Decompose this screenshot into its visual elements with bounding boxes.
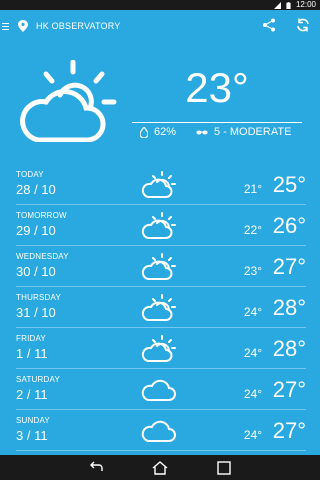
navigation-bar xyxy=(0,455,320,480)
forecast-high: 27° xyxy=(272,254,306,279)
forecast-row[interactable]: TODAY 28 / 10 21° 25° xyxy=(16,164,306,205)
forecast-row[interactable]: SUNDAY 3 / 11 24° 27° xyxy=(16,410,306,451)
forecast-date: 29 / 10 xyxy=(16,223,56,238)
cloud-icon xyxy=(141,379,176,401)
sun-cloud-icon xyxy=(141,294,176,321)
humidity-value: 62% xyxy=(154,126,177,138)
sunglasses-icon xyxy=(196,130,208,134)
forecast-day: SUNDAY xyxy=(16,416,50,425)
forecast-high: 27° xyxy=(272,377,306,402)
forecast-row[interactable]: THURSDAY 31 / 10 24° 28° xyxy=(16,287,306,328)
forecast-low: 23° xyxy=(243,264,262,278)
forecast-date: 2 / 11 xyxy=(16,387,48,402)
forecast-list: TODAY 28 / 10 21° 25° TOMORROW 29 / 10 2… xyxy=(16,164,306,451)
humidity-info: 62% xyxy=(140,126,176,138)
forecast-low: 22° xyxy=(243,223,262,237)
signal-icon xyxy=(273,1,281,9)
forecast-high: 27° xyxy=(272,418,306,443)
sun-cloud-icon xyxy=(141,335,176,362)
cloud-icon xyxy=(141,420,176,442)
forecast-day: TODAY xyxy=(16,170,44,179)
forecast-low: 21° xyxy=(243,182,262,196)
uv-value: 5 - MODERATE xyxy=(214,126,292,138)
current-weather: 23° 62% 5 - MODERATE xyxy=(0,42,320,154)
forecast-low: 24° xyxy=(243,346,262,360)
app-bar: HK OBSERVATORY xyxy=(0,10,320,42)
home-icon[interactable] xyxy=(152,460,168,475)
forecast-high: 25° xyxy=(272,172,306,197)
forecast-row[interactable]: WEDNESDAY 30 / 10 23° 27° xyxy=(16,246,306,287)
divider xyxy=(132,122,302,123)
forecast-day: FRIDAY xyxy=(16,334,46,343)
forecast-row[interactable]: SATURDAY 2 / 11 24° 27° xyxy=(16,369,306,410)
uv-info: 5 - MODERATE xyxy=(196,126,291,138)
forecast-low: 24° xyxy=(243,387,262,401)
battery-icon xyxy=(286,1,291,9)
forecast-date: 31 / 10 xyxy=(16,305,56,320)
forecast-row[interactable]: FRIDAY 1 / 11 24° 28° xyxy=(16,328,306,369)
location-title[interactable]: HK OBSERVATORY xyxy=(36,21,121,31)
forecast-high: 28° xyxy=(272,336,306,361)
forecast-date: 30 / 10 xyxy=(16,264,56,279)
recent-apps-icon[interactable] xyxy=(216,460,232,475)
sun-cloud-icon xyxy=(20,60,117,142)
menu-icon[interactable] xyxy=(2,22,14,30)
forecast-day: WEDNESDAY xyxy=(16,252,69,261)
humidity-drop-icon xyxy=(140,126,148,138)
sun-cloud-icon xyxy=(141,253,176,280)
forecast-day: TOMORROW xyxy=(16,211,67,220)
forecast-low: 24° xyxy=(243,428,262,442)
forecast-date: 1 / 11 xyxy=(16,346,48,361)
forecast-row[interactable]: TOMORROW 29 / 10 22° 26° xyxy=(16,205,306,246)
status-bar: 12:00 xyxy=(0,0,320,10)
current-temperature: 23° xyxy=(185,64,249,111)
forecast-high: 26° xyxy=(272,213,306,238)
refresh-icon[interactable] xyxy=(296,18,310,32)
forecast-date: 3 / 11 xyxy=(16,428,48,443)
location-pin-icon xyxy=(18,20,28,32)
forecast-high: 28° xyxy=(272,295,306,320)
forecast-day: SATURDAY xyxy=(16,375,60,384)
back-icon[interactable] xyxy=(88,461,104,475)
share-icon[interactable] xyxy=(262,18,276,32)
status-time: 12:00 xyxy=(295,0,316,9)
forecast-date: 28 / 10 xyxy=(16,182,56,197)
forecast-day: THURSDAY xyxy=(16,293,62,302)
sun-cloud-icon xyxy=(141,212,176,239)
forecast-low: 24° xyxy=(243,305,262,319)
sun-cloud-icon xyxy=(141,171,176,198)
